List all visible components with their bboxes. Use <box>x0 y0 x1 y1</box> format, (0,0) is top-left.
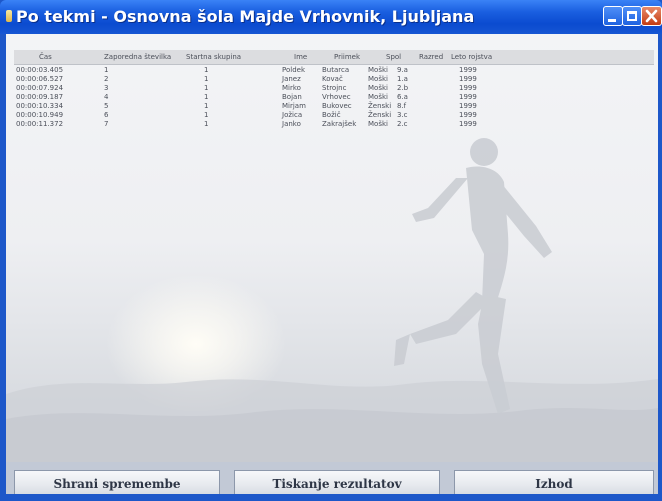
cell-cas: 00:00:11.372 <box>16 120 64 128</box>
cell-ime: Poldek <box>282 66 306 74</box>
cell-ime: Janko <box>282 120 301 128</box>
cell-zaporedna-stevilka: 2 <box>104 75 109 83</box>
cell-spol: Moški <box>368 93 388 101</box>
column-header-razred[interactable]: Razred <box>419 53 443 61</box>
close-icon <box>645 9 658 23</box>
column-header-startna-skupina[interactable]: Startna skupina <box>186 53 241 61</box>
column-header-zaporedna-stevilka[interactable]: Zaporedna številka <box>104 53 171 61</box>
cell-zaporedna-stevilka: 7 <box>104 120 109 128</box>
cell-zaporedna-stevilka: 3 <box>104 84 109 92</box>
cell-razred: 6.a <box>397 93 408 101</box>
cell-ime: Jožica <box>282 111 303 119</box>
title-bar[interactable]: Po tekmi - Osnovna šola Majde Vrhovnik, … <box>0 0 662 34</box>
cell-cas: 00:00:10.334 <box>16 102 64 110</box>
cell-leto-rojstva: 1999 <box>459 66 477 74</box>
close-button[interactable] <box>641 6 662 26</box>
cell-priimek: Vrhovec <box>322 93 351 101</box>
cell-ime: Janez <box>282 75 301 83</box>
cell-priimek: Bukovec <box>322 102 352 110</box>
column-header-priimek[interactable]: Priimek <box>334 53 360 61</box>
cell-startna-skupina: 1 <box>204 75 209 83</box>
cell-zaporedna-stevilka: 5 <box>104 102 109 110</box>
cell-priimek: Božič <box>322 111 341 119</box>
cell-razred: 3.c <box>397 111 408 119</box>
cell-razred: 2.c <box>397 120 408 128</box>
cell-spol: Moški <box>368 66 388 74</box>
cell-ime: Bojan <box>282 93 302 101</box>
maximize-icon <box>627 11 637 21</box>
results-panel: Čas Zaporedna številka Startna skupina I… <box>6 34 658 494</box>
cell-leto-rojstva: 1999 <box>459 102 477 110</box>
column-header-ime[interactable]: Ime <box>294 53 307 61</box>
cell-priimek: Kovač <box>322 75 343 83</box>
column-header-leto-rojstva[interactable]: Leto rojstva <box>451 53 492 61</box>
column-header-spol[interactable]: Spol <box>386 53 401 61</box>
cell-spol: Ženski <box>368 111 392 119</box>
column-header-cas[interactable]: Čas <box>39 53 52 61</box>
table-header: Čas Zaporedna številka Startna skupina I… <box>14 50 654 65</box>
cell-cas: 00:00:09.187 <box>16 93 64 101</box>
table-row[interactable]: 00:00:11.372 7 1 Janko Zakrajšek Moški 2… <box>14 120 654 129</box>
table-row[interactable]: 00:00:06.527 2 1 Janez Kovač Moški 1.a 1… <box>14 75 654 84</box>
cell-leto-rojstva: 1999 <box>459 93 477 101</box>
cell-leto-rojstva: 1999 <box>459 111 477 119</box>
cell-spol: Moški <box>368 84 388 92</box>
cell-spol: Ženski <box>368 102 392 110</box>
cell-priimek: Butarca <box>322 66 350 74</box>
cell-zaporedna-stevilka: 6 <box>104 111 109 119</box>
cell-ime: Mirko <box>282 84 301 92</box>
cell-priimek: Zakrajšek <box>322 120 357 128</box>
minimize-button[interactable] <box>603 6 623 26</box>
cell-zaporedna-stevilka: 1 <box>104 66 109 74</box>
cell-spol: Moški <box>368 120 388 128</box>
cell-startna-skupina: 1 <box>204 102 209 110</box>
cell-razred: 1.a <box>397 75 408 83</box>
cell-leto-rojstva: 1999 <box>459 120 477 128</box>
cell-cas: 00:00:07.924 <box>16 84 64 92</box>
cell-spol: Moški <box>368 75 388 83</box>
cell-cas: 00:00:10.949 <box>16 111 64 119</box>
cell-startna-skupina: 1 <box>204 93 209 101</box>
cell-razred: 9.a <box>397 66 408 74</box>
table-row[interactable]: 00:00:10.334 5 1 Mirjam Bukovec Ženski 8… <box>14 102 654 111</box>
cell-leto-rojstva: 1999 <box>459 84 477 92</box>
table-row[interactable]: 00:00:10.949 6 1 Jožica Božič Ženski 3.c… <box>14 111 654 120</box>
cell-cas: 00:00:06.527 <box>16 75 64 83</box>
cell-razred: 2.b <box>397 84 409 92</box>
cell-startna-skupina: 1 <box>204 66 209 74</box>
cell-cas: 00:00:03.405 <box>16 66 64 74</box>
minimize-icon <box>608 19 616 22</box>
maximize-button[interactable] <box>622 6 642 26</box>
cell-priimek: Strojnc <box>322 84 347 92</box>
app-icon <box>6 10 12 22</box>
table-row[interactable]: 00:00:03.405 1 1 Poldek Butarca Moški 9.… <box>14 66 654 75</box>
table-row[interactable]: 00:00:07.924 3 1 Mirko Strojnc Moški 2.b… <box>14 84 654 93</box>
cell-startna-skupina: 1 <box>204 120 209 128</box>
app-window: Po tekmi - Osnovna šola Majde Vrhovnik, … <box>0 0 662 501</box>
table-row[interactable]: 00:00:09.187 4 1 Bojan Vrhovec Moški 6.a… <box>14 93 654 102</box>
cell-zaporedna-stevilka: 4 <box>104 93 109 101</box>
runner-silhouette <box>394 138 552 414</box>
window-frame-bottom <box>0 494 662 501</box>
window-title: Po tekmi - Osnovna šola Majde Vrhovnik, … <box>16 7 475 26</box>
cell-ime: Mirjam <box>282 102 306 110</box>
cell-leto-rojstva: 1999 <box>459 75 477 83</box>
cell-startna-skupina: 1 <box>204 111 209 119</box>
cell-startna-skupina: 1 <box>204 84 209 92</box>
cell-razred: 8.f <box>397 102 407 110</box>
